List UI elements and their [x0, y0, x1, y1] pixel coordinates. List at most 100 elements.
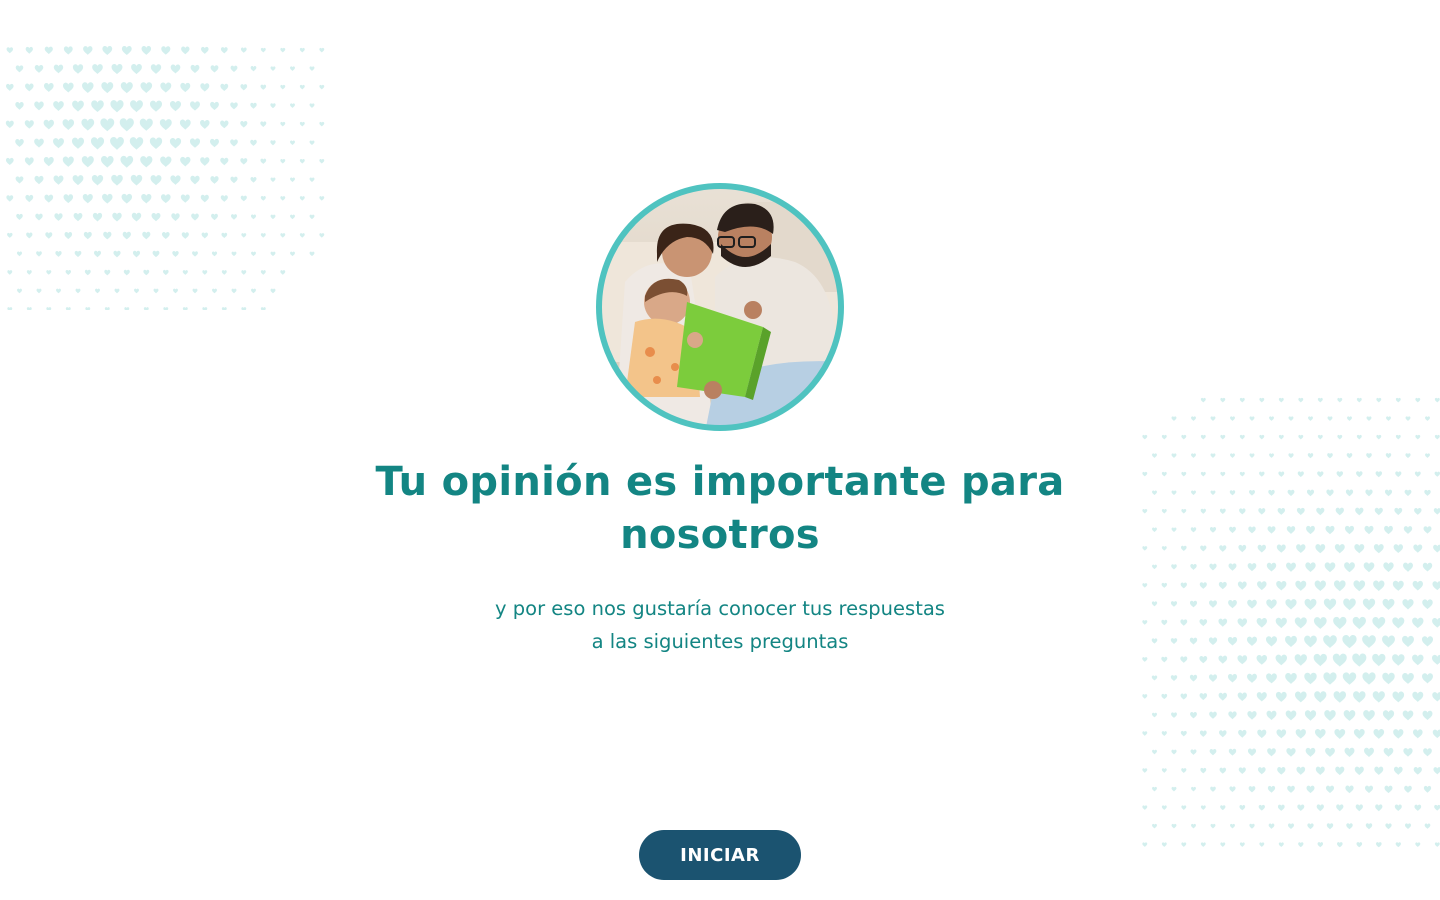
- heart-icon: [1239, 471, 1245, 477]
- start-button[interactable]: INICIAR: [639, 830, 801, 880]
- heart-icon: [65, 307, 71, 310]
- heart-icon: [1161, 768, 1167, 773]
- heart-icon: [1278, 842, 1284, 847]
- heart-icon: [1423, 785, 1432, 793]
- heart-icon: [1421, 636, 1434, 647]
- heart-icon: [1295, 580, 1307, 591]
- heart-icon: [101, 82, 114, 94]
- heart-icon: [1306, 489, 1315, 497]
- heart-icon: [1305, 747, 1316, 757]
- heart-icon: [250, 177, 257, 183]
- heart-icon: [1355, 804, 1363, 812]
- heart-icon: [260, 47, 266, 53]
- heart-icon: [83, 231, 92, 240]
- heart-icon: [1286, 748, 1296, 757]
- heart-icon: [1161, 508, 1167, 514]
- heart-icon: [110, 136, 124, 150]
- heart-icon: [1414, 471, 1421, 477]
- heart-icon: [1209, 600, 1217, 608]
- heart-icon: [1307, 823, 1314, 830]
- heart-icon: [1219, 545, 1227, 552]
- heart-icon: [1363, 562, 1375, 573]
- heart-icon: [1422, 673, 1433, 684]
- heart-icon: [150, 64, 162, 74]
- heart-icon: [1266, 562, 1277, 572]
- heart-icon: [1161, 471, 1167, 477]
- heart-icon: [1200, 471, 1206, 477]
- heart-icon: [290, 66, 295, 71]
- heart-icon: [1170, 638, 1178, 645]
- heart-icon: [1142, 657, 1148, 662]
- heart-icon: [290, 103, 295, 108]
- heart-icon: [1432, 729, 1440, 739]
- heart-icon: [280, 158, 286, 164]
- heart-icon: [1306, 525, 1315, 535]
- heart-icon: [1345, 785, 1354, 794]
- heart-icon: [1383, 562, 1394, 573]
- heart-icon: [53, 138, 64, 149]
- heart-icon: [1219, 767, 1227, 774]
- heart-icon: [1402, 635, 1414, 647]
- heart-icon: [1246, 636, 1258, 646]
- heart-icon: [1414, 507, 1422, 515]
- heart-icon: [160, 82, 172, 93]
- heart-icon: [220, 47, 228, 54]
- heart-icon: [1200, 805, 1206, 810]
- heart-icon: [6, 83, 14, 91]
- heart-icon: [1199, 693, 1208, 701]
- heart-icon: [64, 232, 73, 240]
- heart-icon: [124, 307, 130, 310]
- heart-icon: [1365, 489, 1373, 497]
- heart-icon: [1257, 729, 1267, 739]
- heart-icon: [260, 233, 266, 238]
- heart-icon: [1220, 397, 1226, 403]
- subtitle-line-2: a las siguientes preguntas: [591, 630, 849, 653]
- heart-icon: [299, 233, 305, 238]
- heart-icon: [1142, 694, 1148, 699]
- heart-icon: [250, 214, 257, 220]
- heart-icon: [1356, 471, 1363, 478]
- heart-icon: [1313, 653, 1327, 667]
- heart-icon: [1161, 731, 1167, 736]
- heart-icon: [1180, 619, 1188, 626]
- heart-icon: [1393, 544, 1403, 554]
- heart-icon: [1220, 842, 1226, 847]
- heart-icon: [200, 194, 209, 203]
- heart-icon: [1336, 471, 1344, 478]
- heart-icon: [1275, 654, 1288, 666]
- heart-icon: [1200, 508, 1206, 514]
- heart-icon: [1382, 598, 1395, 610]
- heart-icon: [1220, 471, 1226, 477]
- heart-icon: [1304, 598, 1317, 610]
- heart-icon: [1352, 653, 1367, 667]
- heart-icon: [1346, 823, 1353, 830]
- heart-icon: [1412, 654, 1424, 666]
- heart-icon: [123, 269, 130, 276]
- heart-icon: [140, 82, 153, 94]
- heart-icon: [1230, 453, 1235, 458]
- heart-icon: [202, 307, 208, 310]
- heart-icon: [72, 100, 84, 112]
- heart-icon: [200, 157, 210, 166]
- heart-icon: [1434, 804, 1440, 811]
- heart-icon: [1227, 636, 1238, 646]
- heart-icon: [104, 269, 111, 276]
- heart-icon: [34, 138, 44, 148]
- heart-icon: [309, 140, 315, 146]
- heart-icon: [1317, 471, 1324, 478]
- heart-icon: [1296, 507, 1305, 516]
- heart-icon: [1170, 675, 1178, 682]
- heart-icon: [7, 307, 13, 310]
- heart-icon: [1229, 526, 1236, 534]
- heart-icon: [1304, 710, 1317, 721]
- heart-icon: [113, 250, 121, 258]
- heart-icon: [230, 139, 238, 147]
- heart-icon: [1237, 655, 1248, 665]
- heart-icon: [1294, 691, 1307, 703]
- heart-icon: [1296, 544, 1306, 554]
- heart-icon: [134, 288, 139, 294]
- heart-icon: [1142, 768, 1148, 773]
- heart-icon: [1218, 692, 1227, 701]
- heart-icon: [290, 177, 295, 183]
- heart-icon: [1161, 546, 1167, 551]
